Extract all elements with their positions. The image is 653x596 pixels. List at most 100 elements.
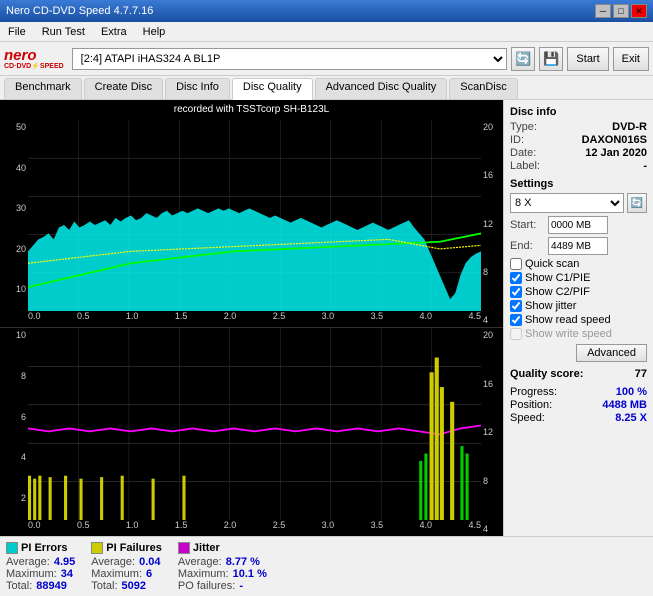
stats-bar: PI Errors Average: 4.95 Maximum: 34 Tota… [0, 536, 653, 596]
top-x4: 2.0 [224, 311, 237, 321]
disc-id-row: ID: DAXON016S [510, 134, 647, 146]
bot-x3: 1.5 [175, 520, 188, 530]
disc-label-row: Label: - [510, 160, 647, 172]
tab-scan-disc[interactable]: ScanDisc [449, 78, 517, 99]
tab-advanced-disc-quality[interactable]: Advanced Disc Quality [315, 78, 448, 99]
nero-brand-text: nero [4, 48, 64, 63]
show-c1pie-checkbox[interactable] [510, 272, 522, 284]
speed-select[interactable]: 8 X [510, 193, 624, 213]
progress-label: Progress: [510, 386, 557, 398]
maximize-button[interactable]: □ [613, 4, 629, 18]
top-x1: 0.5 [77, 311, 90, 321]
date-value: 12 Jan 2020 [585, 147, 647, 159]
bot-x1: 0.5 [77, 520, 90, 530]
pi-failures-total-row: Total: 5092 [91, 580, 162, 592]
show-c2pif-checkbox[interactable] [510, 286, 522, 298]
bot-left-y1: 2 [21, 493, 26, 503]
toolbar: nero CD·DVD⚡SPEED [2:4] ATAPI iHAS324 A … [0, 42, 653, 76]
bot-left-y3: 6 [21, 412, 26, 422]
top-left-y3: 30 [16, 203, 26, 213]
menu-run-test[interactable]: Run Test [38, 25, 89, 39]
bot-right-y0: 4 [483, 524, 488, 534]
pi-errors-avg-value: 4.95 [54, 556, 75, 568]
menu-extra[interactable]: Extra [97, 25, 131, 39]
save-icon-button[interactable]: 💾 [539, 47, 563, 71]
pi-failures-avg-value: 0.04 [139, 556, 160, 568]
top-left-y1: 10 [16, 284, 26, 294]
disc-info-section: Disc info Type: DVD-R ID: DAXON016S Date… [510, 106, 647, 172]
show-read-speed-row: Show read speed [510, 314, 647, 326]
menu-help[interactable]: Help [139, 25, 170, 39]
top-x5: 2.5 [273, 311, 286, 321]
pi-failures-avg-label: Average: [91, 556, 135, 568]
main-content: recorded with TSSTcorp SH-B123L 50 40 30… [0, 100, 653, 536]
chart-area: recorded with TSSTcorp SH-B123L 50 40 30… [0, 100, 503, 536]
bot-x0: 0.0 [28, 520, 41, 530]
bottom-y-axis-right: 20 16 12 8 4 [481, 328, 503, 536]
quick-scan-checkbox[interactable] [510, 258, 522, 270]
pi-errors-label: PI Errors [21, 542, 67, 554]
drive-select[interactable]: [2:4] ATAPI iHAS324 A BL1P [72, 48, 508, 70]
menu-file[interactable]: File [4, 25, 30, 39]
tab-benchmark[interactable]: Benchmark [4, 78, 82, 99]
date-label: Date: [510, 147, 536, 159]
bot-right-y2: 12 [483, 427, 493, 437]
top-x3: 1.5 [175, 311, 188, 321]
bot-left-y4: 8 [21, 371, 26, 381]
position-row: Position: 4488 MB [510, 399, 647, 411]
pi-errors-max-label: Maximum: [6, 568, 57, 580]
end-input[interactable] [548, 237, 608, 255]
show-jitter-row: Show jitter [510, 300, 647, 312]
bot-x7: 3.5 [371, 520, 384, 530]
position-value: 4488 MB [602, 399, 647, 411]
bot-right-y4: 20 [483, 330, 493, 340]
exit-button[interactable]: Exit [613, 47, 649, 71]
top-chart: 50 40 30 20 10 20 16 12 8 4 [0, 120, 503, 328]
pi-errors-avg-label: Average: [6, 556, 50, 568]
jitter-po-label: PO failures: [178, 580, 235, 592]
minimize-button[interactable]: ─ [595, 4, 611, 18]
pi-failures-max-value: 6 [146, 568, 152, 580]
speed-readout-label: Speed: [510, 412, 545, 424]
top-x6: 3.0 [322, 311, 335, 321]
app-title: Nero CD-DVD Speed 4.7.7.16 [6, 5, 153, 17]
pi-errors-group: PI Errors Average: 4.95 Maximum: 34 Tota… [6, 542, 75, 592]
tab-disc-info[interactable]: Disc Info [165, 78, 230, 99]
jitter-color-box [178, 542, 190, 554]
nero-brand-sub: CD·DVD⚡SPEED [4, 63, 64, 70]
speed-readout-row: Speed: 8.25 X [510, 412, 647, 424]
advanced-button[interactable]: Advanced [576, 344, 647, 362]
quick-scan-label: Quick scan [525, 258, 579, 270]
tab-disc-quality[interactable]: Disc Quality [232, 78, 313, 100]
bot-right-y3: 16 [483, 379, 493, 389]
show-read-speed-label: Show read speed [525, 314, 611, 326]
start-input[interactable] [548, 216, 608, 234]
chart-title: recorded with TSSTcorp SH-B123L [0, 104, 503, 115]
start-button[interactable]: Start [567, 47, 608, 71]
top-right-y3: 16 [483, 170, 493, 180]
progress-section: Progress: 100 % Position: 4488 MB Speed:… [510, 386, 647, 424]
show-c1pie-label: Show C1/PIE [525, 272, 590, 284]
progress-row: Progress: 100 % [510, 386, 647, 398]
top-x8: 4.0 [420, 311, 433, 321]
speed-refresh-icon[interactable]: 🔄 [627, 193, 647, 213]
pi-failures-total-value: 5092 [122, 580, 146, 592]
top-right-y1: 8 [483, 267, 488, 277]
show-read-speed-checkbox[interactable] [510, 314, 522, 326]
refresh-icon-button[interactable]: 🔄 [511, 47, 535, 71]
position-label: Position: [510, 399, 552, 411]
show-write-speed-checkbox[interactable] [510, 328, 522, 340]
start-label: Start: [510, 219, 545, 231]
bot-left-y5: 10 [16, 330, 26, 340]
top-left-y4: 40 [16, 163, 26, 173]
charts-container: 50 40 30 20 10 20 16 12 8 4 [0, 120, 503, 536]
close-button[interactable]: ✕ [631, 4, 647, 18]
show-jitter-checkbox[interactable] [510, 300, 522, 312]
sidebar: Disc info Type: DVD-R ID: DAXON016S Date… [503, 100, 653, 536]
top-x0: 0.0 [28, 311, 41, 321]
quality-score-label: Quality score: [510, 368, 583, 380]
progress-value: 100 % [616, 386, 647, 398]
tab-create-disc[interactable]: Create Disc [84, 78, 163, 99]
top-x-axis: 0.0 0.5 1.0 1.5 2.0 2.5 3.0 3.5 4.0 4.5 [28, 311, 481, 327]
bottom-chart: 10 8 6 4 2 20 16 12 8 4 [0, 328, 503, 536]
